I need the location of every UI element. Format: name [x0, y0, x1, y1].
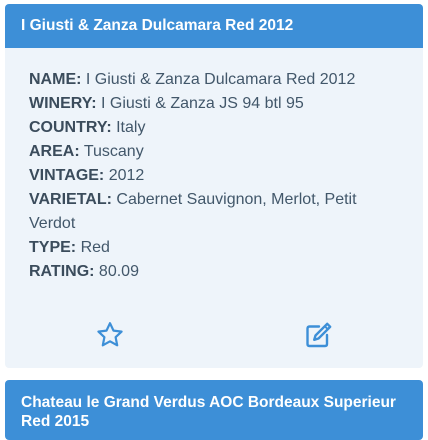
wine-card: Chateau le Grand Verdus AOC Bordeaux Sup… [5, 380, 423, 440]
detail-row-winery: WINERY: I Giusti & Zanza JS 94 btl 95 [29, 92, 389, 116]
detail-row-name: NAME: I Giusti & Zanza Dulcamara Red 201… [29, 68, 389, 92]
detail-value: 2012 [108, 167, 145, 184]
card-actions [5, 320, 423, 354]
edit-button[interactable] [303, 320, 333, 350]
detail-value: I Giusti & Zanza JS 94 btl 95 [101, 95, 304, 112]
detail-value: 80.09 [98, 263, 139, 280]
detail-label: AREA: [29, 143, 80, 160]
detail-row-area: AREA: Tuscany [29, 140, 389, 164]
detail-row-country: COUNTRY: Italy [29, 116, 389, 140]
wine-details: NAME: I Giusti & Zanza Dulcamara Red 201… [29, 68, 389, 284]
detail-label: VINTAGE: [29, 167, 105, 184]
detail-value: Italy [116, 119, 146, 136]
detail-label: RATING: [29, 263, 95, 280]
detail-row-rating: RATING: 80.09 [29, 260, 389, 284]
detail-label: NAME: [29, 71, 82, 88]
detail-label: VARIETAL: [29, 191, 112, 208]
wine-card-title: I Giusti & Zanza Dulcamara Red 2012 [5, 4, 423, 48]
detail-value: Red [80, 239, 110, 256]
detail-row-vintage: VINTAGE: 2012 [29, 164, 389, 188]
detail-label: COUNTRY: [29, 119, 112, 136]
favorite-button[interactable] [95, 320, 125, 350]
detail-label: TYPE: [29, 239, 77, 256]
wine-card-title: Chateau le Grand Verdus AOC Bordeaux Sup… [5, 380, 423, 440]
detail-row-type: TYPE: Red [29, 236, 389, 260]
detail-label: WINERY: [29, 95, 97, 112]
star-outline-icon [97, 322, 123, 347]
detail-value: Tuscany [83, 143, 144, 160]
detail-row-varietal: VARIETAL: Cabernet Sauvignon, Merlot, Pe… [29, 188, 389, 236]
wine-card: I Giusti & Zanza Dulcamara Red 2012 NAME… [5, 4, 423, 368]
edit-icon [306, 322, 332, 348]
detail-value: I Giusti & Zanza Dulcamara Red 2012 [85, 71, 356, 88]
